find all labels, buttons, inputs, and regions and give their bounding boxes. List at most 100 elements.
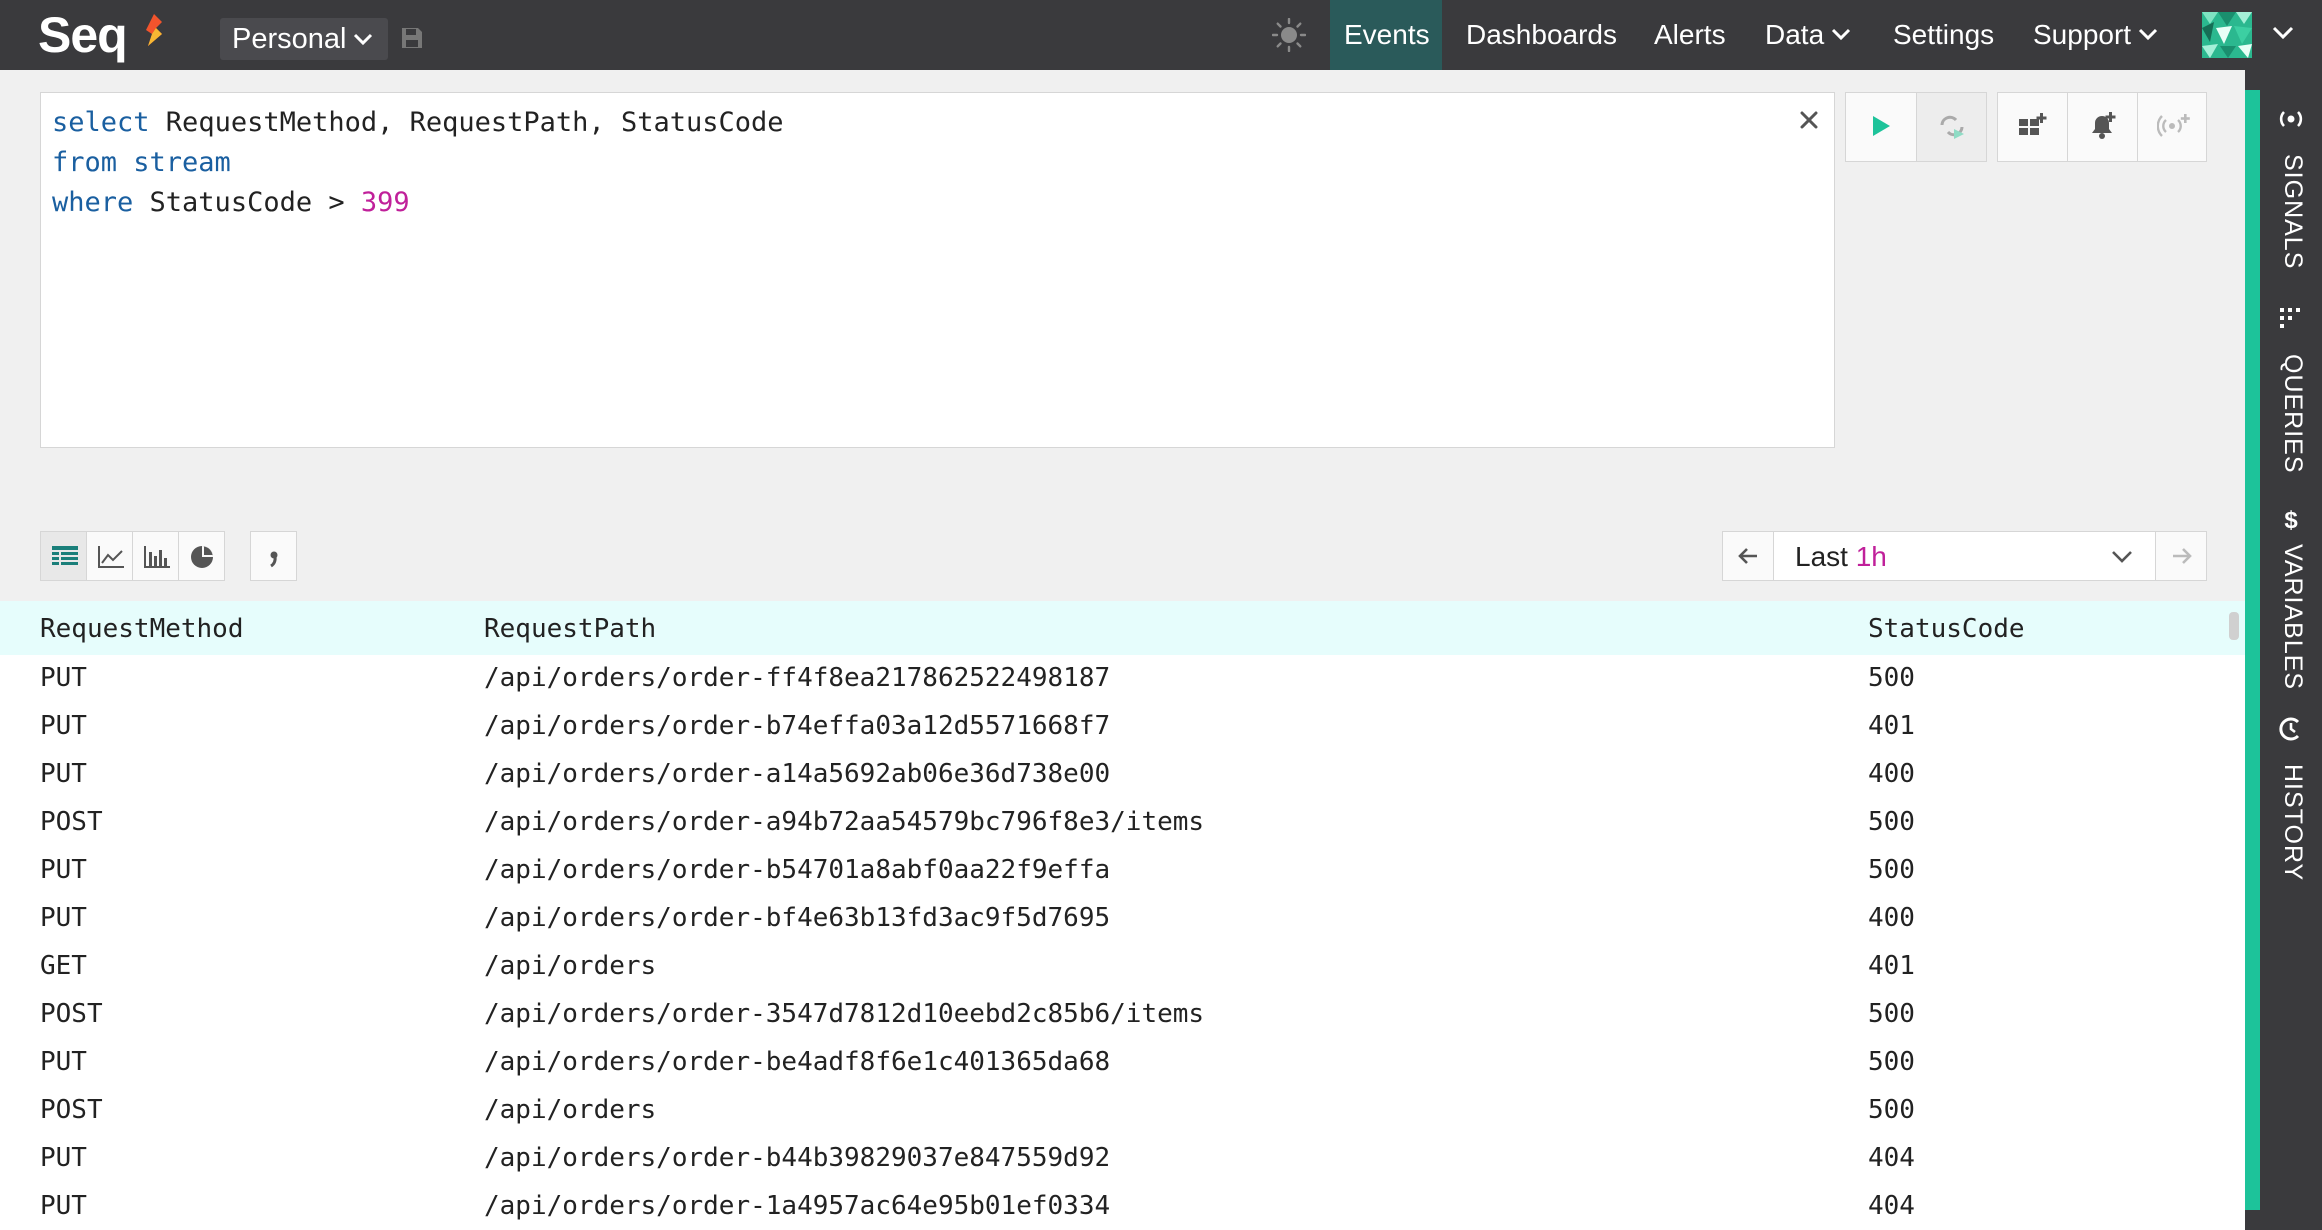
cell-request-method: PUT <box>40 855 87 885</box>
table-row[interactable]: PUT /api/orders/order-b54701a8abf0aa22f9… <box>0 847 2245 895</box>
line-chart-button[interactable] <box>86 531 133 581</box>
time-range-value: 1h <box>1855 541 1887 572</box>
nav-settings-label: Settings <box>1893 19 1995 50</box>
table-row[interactable]: GET /api/orders 401 <box>0 943 2245 991</box>
logo-flame-icon <box>146 14 162 46</box>
seq-logo[interactable]: Seq <box>38 8 128 62</box>
comma-icon <box>270 551 278 568</box>
pie-chart-icon <box>191 546 213 568</box>
tail-button[interactable] <box>1917 93 1986 161</box>
clear-query-icon[interactable] <box>1798 109 1820 131</box>
save-icon[interactable] <box>400 26 424 50</box>
cell-request-method: GET <box>40 951 87 981</box>
sidebar-tab-variables[interactable]: $ VARIABLES <box>2262 504 2320 690</box>
time-range-prefix: Last <box>1795 541 1856 572</box>
signals-icon <box>2279 111 2303 127</box>
query-condition: StatusCode > <box>133 187 361 218</box>
user-avatar[interactable] <box>2202 12 2252 58</box>
sidebar-tab-history[interactable]: HISTORY <box>2262 714 2320 881</box>
add-to-dashboard-button[interactable] <box>1998 93 2067 161</box>
table-row[interactable]: PUT /api/orders/order-a14a5692ab06e36d73… <box>0 751 2245 799</box>
nav-settings[interactable]: Settings <box>1893 0 1994 70</box>
nav-events-label: Events <box>1344 19 1430 50</box>
query-number: 399 <box>360 187 410 218</box>
cell-status-code: 500 <box>1868 807 1915 837</box>
cell-request-path: /api/orders/order-a94b72aa54579bc796f8e3… <box>484 807 1205 837</box>
play-icon <box>1873 116 1890 136</box>
query-text[interactable]: select RequestMethod, RequestPath, Statu… <box>52 103 784 223</box>
tail-refresh-icon <box>1940 115 1964 139</box>
workspace-label: Personal <box>232 23 347 55</box>
sidebar-tab-variables-label: VARIABLES <box>2279 544 2307 691</box>
view-toolbar <box>40 531 298 581</box>
results-scrollbar[interactable] <box>2229 612 2239 640</box>
cell-request-path: /api/orders/order-b44b39829037e847559d92 <box>484 1143 1111 1173</box>
bar-chart-button[interactable] <box>132 531 179 581</box>
run-query-button[interactable] <box>1846 93 1915 161</box>
cell-request-method: PUT <box>40 759 87 789</box>
table-row[interactable]: PUT /api/orders/order-ff4f8ea21786252249… <box>0 655 2245 703</box>
sidebar-tab-signals-label: SIGNALS <box>2279 154 2307 270</box>
cell-status-code: 401 <box>1868 711 1915 741</box>
cell-request-path: /api/orders <box>484 951 657 981</box>
workspace-selector[interactable]: Personal <box>220 18 388 60</box>
cell-request-method: PUT <box>40 1047 87 1077</box>
add-alert-bell-icon <box>2092 112 2116 139</box>
add-to-dashboard-icon <box>2019 113 2047 135</box>
column-header[interactable]: StatusCode <box>1868 614 2025 644</box>
sidebar-accent-bar <box>2245 90 2260 1210</box>
table-row[interactable]: POST /api/orders 500 <box>0 1087 2245 1135</box>
range-back-button[interactable] <box>1723 532 1774 580</box>
column-header[interactable]: RequestPath <box>484 614 656 644</box>
add-signal-icon <box>2157 114 2190 137</box>
sidebar-tab-history-label: HISTORY <box>2279 764 2307 882</box>
query-keyword: select <box>52 107 150 138</box>
table-header-row: RequestMethod RequestPath StatusCode <box>0 601 2245 655</box>
table-row[interactable]: PUT /api/orders/order-b44b39829037e84755… <box>0 1135 2245 1183</box>
queries-icon <box>2280 308 2300 328</box>
top-bar: Seq Personal Events Dashboards Alerts Da… <box>0 0 2322 70</box>
table-row[interactable]: POST /api/orders/order-3547d7812d10eebd2… <box>0 991 2245 1039</box>
table-row[interactable]: PUT /api/orders/order-bf4e63b13fd3ac9f5d… <box>0 895 2245 943</box>
table-row[interactable]: PUT /api/orders/order-1a4957ac64e95b01ef… <box>0 1183 2245 1230</box>
sidebar-tab-queries[interactable]: QUERIES <box>2262 304 2320 474</box>
cell-request-path: /api/orders/order-a14a5692ab06e36d738e00 <box>484 759 1111 789</box>
cell-request-method: PUT <box>40 903 87 933</box>
cell-request-path: /api/orders/order-3547d7812d10eebd2c85b6… <box>484 999 1205 1029</box>
chevron-down-icon[interactable] <box>2270 24 2296 44</box>
cell-request-method: PUT <box>40 663 87 693</box>
theme-toggle-icon[interactable] <box>1272 18 1306 52</box>
nav-events[interactable]: Events <box>1330 0 1442 70</box>
add-signal-button[interactable] <box>2138 93 2207 161</box>
chevron-down-icon[interactable] <box>2109 544 2135 570</box>
table-view-button[interactable] <box>40 531 87 581</box>
nav-dashboards[interactable]: Dashboards <box>1466 0 1617 70</box>
cell-request-path: /api/orders <box>484 1095 657 1125</box>
query-keyword: where <box>52 187 134 218</box>
nav-data[interactable]: Data <box>1765 0 1852 70</box>
cell-request-method: POST <box>40 999 103 1029</box>
sidebar-tab-signals[interactable]: SIGNALS <box>2262 104 2320 274</box>
table-row[interactable]: POST /api/orders/order-a94b72aa54579bc79… <box>0 799 2245 847</box>
query-select-list: RequestMethod, RequestPath, StatusCode <box>149 107 784 138</box>
nav-support[interactable]: Support <box>2033 0 2159 70</box>
nav-alerts-label: Alerts <box>1654 19 1726 50</box>
pie-chart-button[interactable] <box>178 531 225 581</box>
add-alert-button[interactable] <box>2068 93 2137 161</box>
table-row[interactable]: PUT /api/orders/order-be4adf8f6e1c401365… <box>0 1039 2245 1087</box>
table-row[interactable]: PUT /api/orders/order-b74effa03a12d55716… <box>0 703 2245 751</box>
nav-alerts[interactable]: Alerts <box>1654 0 1726 70</box>
raw-view-button[interactable] <box>250 531 297 581</box>
column-header[interactable]: RequestMethod <box>40 614 244 644</box>
bar-chart-icon <box>144 546 170 568</box>
nav-support-label: Support <box>2033 19 2132 50</box>
cell-request-path: /api/orders/order-be4adf8f6e1c401365da68 <box>484 1047 1111 1077</box>
range-forward-button[interactable] <box>2155 532 2206 580</box>
nav-data-label: Data <box>1765 19 1825 50</box>
cell-request-path: /api/orders/order-b54701a8abf0aa22f9effa <box>484 855 1111 885</box>
query-editor[interactable]: select RequestMethod, RequestPath, Statu… <box>40 92 1835 448</box>
time-range-picker[interactable]: Last 1h <box>1722 531 2207 581</box>
history-icon <box>2279 717 2300 741</box>
run-toolbar <box>1845 92 1987 162</box>
cell-request-path: /api/orders/order-1a4957ac64e95b01ef0334 <box>484 1191 1111 1221</box>
